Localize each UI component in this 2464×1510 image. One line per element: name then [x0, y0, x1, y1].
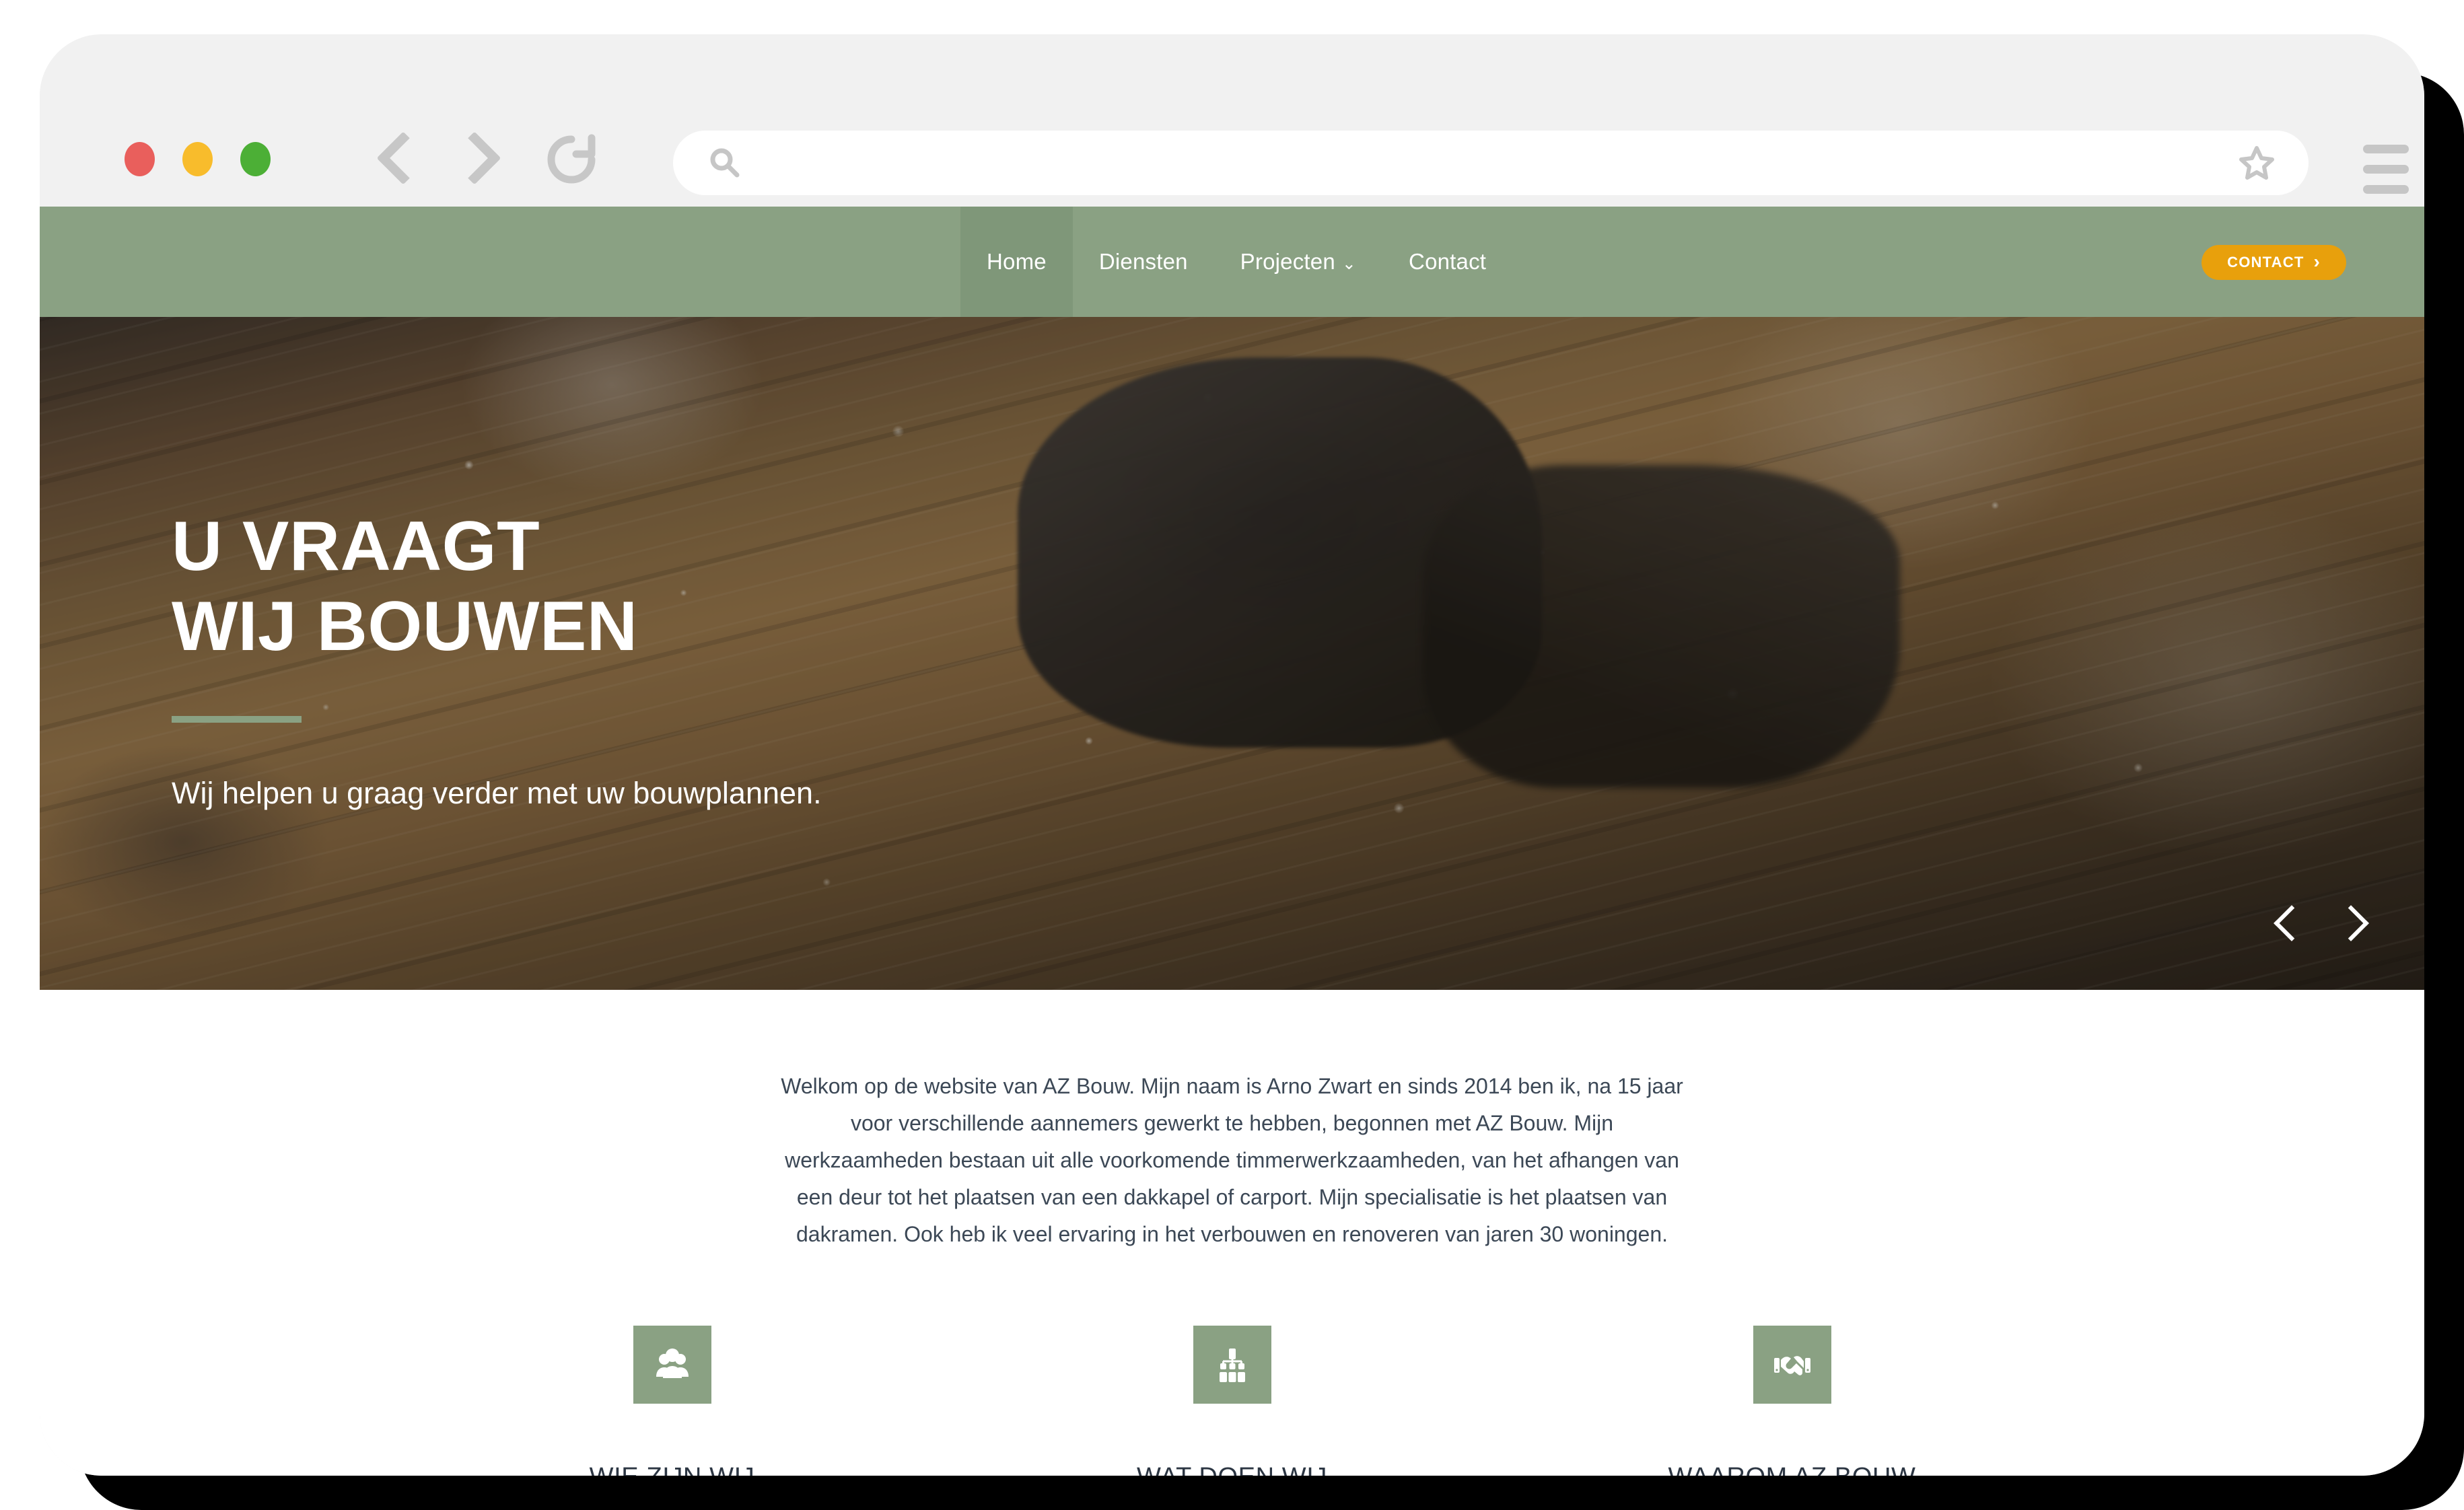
minimize-window-button[interactable]: [182, 142, 213, 176]
browser-toolbar: [40, 34, 2424, 207]
nav-item-label: Projecten: [1240, 249, 1335, 274]
hero-section: U VRAAGT WIJ BOUWEN Wij helpen u graag v…: [40, 317, 2424, 990]
nav-item-projecten[interactable]: Projecten ⌄: [1214, 207, 1382, 317]
close-window-button[interactable]: [125, 142, 155, 176]
hamburger-icon: [2363, 145, 2409, 153]
page-viewport: Home Diensten Projecten ⌄ Contact CONTAC…: [40, 207, 2424, 1476]
hero-title-line-1: U VRAAGT: [172, 507, 540, 585]
org-chart-icon: [1219, 1349, 1245, 1383]
hamburger-icon: [2363, 165, 2409, 174]
chevron-right-icon: ›: [2313, 251, 2321, 272]
card-icon-container: [1753, 1326, 1831, 1404]
hero-title-line-2: WIJ BOUWEN: [172, 587, 638, 666]
nav-item-diensten[interactable]: Diensten: [1073, 207, 1214, 317]
card-title: WIE ZIJN WIJ: [504, 1404, 841, 1476]
address-bar[interactable]: [673, 131, 2309, 195]
nav-item-label: Home: [987, 249, 1047, 274]
nav-item-label: Diensten: [1098, 249, 1188, 274]
feature-card-waarom-az-bouw[interactable]: WAAROM AZ BOUW Kiest u voor AZ Bouw, dan…: [1624, 1326, 1961, 1476]
nav-item-label: Contact: [1409, 249, 1487, 274]
hero-title: U VRAAGT WIJ BOUWEN: [172, 317, 822, 666]
card-title: WAAROM AZ BOUW: [1624, 1404, 1961, 1476]
star-icon[interactable]: [2237, 143, 2276, 182]
nav-item-contact[interactable]: Contact: [1382, 207, 1512, 317]
contact-cta-button[interactable]: CONTACT ›: [2202, 245, 2346, 280]
reload-button[interactable]: [543, 127, 604, 190]
chevron-down-icon: ⌄: [1341, 254, 1357, 273]
hero-content: U VRAAGT WIJ BOUWEN Wij helpen u graag v…: [172, 317, 822, 814]
site-navbar: Home Diensten Projecten ⌄ Contact CONTAC…: [40, 207, 2424, 317]
site-nav-items: Home Diensten Projecten ⌄ Contact: [960, 207, 1512, 317]
hamburger-icon: [2363, 185, 2409, 194]
feature-cards: WIE ZIJN WIJ Mijn naam is Arno Zwart.: [40, 1326, 2424, 1476]
card-icon-container: [1193, 1326, 1271, 1404]
browser-window: Home Diensten Projecten ⌄ Contact CONTAC…: [40, 34, 2424, 1476]
carousel-next-button[interactable]: [2333, 904, 2370, 941]
search-icon: [710, 148, 740, 178]
card-title: WAT DOEN WIJ: [1064, 1404, 1401, 1476]
carousel-prev-button[interactable]: [2271, 904, 2309, 941]
hero-divider: [172, 716, 302, 723]
forward-button[interactable]: [452, 127, 492, 190]
nav-item-home[interactable]: Home: [960, 207, 1073, 317]
intro-section: Welkom op de website van AZ Bouw. Mijn n…: [40, 990, 2424, 1253]
back-button[interactable]: [376, 127, 417, 190]
people-group-icon: [656, 1349, 689, 1379]
handshake-icon: [1773, 1356, 1810, 1375]
carousel-controls: [2271, 904, 2370, 941]
maximize-window-button[interactable]: [240, 142, 271, 176]
card-icon-container: [633, 1326, 711, 1404]
feature-card-wie-zijn-wij[interactable]: WIE ZIJN WIJ Mijn naam is Arno Zwart.: [504, 1326, 841, 1476]
reload-icon: [547, 134, 596, 184]
contact-cta-label: CONTACT: [2227, 254, 2304, 271]
browser-menu-button[interactable]: [2363, 145, 2409, 194]
browser-nav-buttons: [376, 127, 604, 190]
window-controls: [125, 142, 271, 176]
feature-card-wat-doen-wij[interactable]: WAT DOEN WIJ AZ Bouw is gespecialiseerd …: [1064, 1326, 1401, 1476]
hero-subtitle: Wij helpen u graag verder met uw bouwpla…: [172, 776, 822, 811]
intro-paragraph: Welkom op de website van AZ Bouw. Mijn n…: [781, 1074, 1683, 1247]
